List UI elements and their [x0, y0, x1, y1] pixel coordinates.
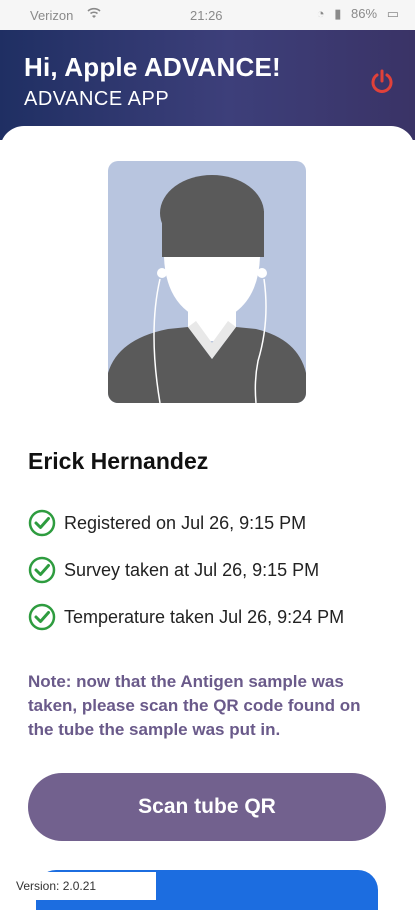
lock-rotation-icon: ▮: [334, 6, 342, 21]
greeting-title: Hi, Apple ADVANCE!: [24, 52, 281, 82]
battery-icon: ▭: [386, 6, 399, 21]
battery-percent: 86%: [351, 6, 378, 21]
app-name-subtitle: ADVANCE APP: [24, 88, 170, 110]
instruction-note: Note: now that the Antigen sample was ta…: [28, 672, 361, 739]
status-bar-right: ◔ ▮ 86% ▭: [311, 6, 399, 22]
app-header: Hi, Apple ADVANCE! ADVANCE APP: [0, 30, 415, 140]
status-registered: Registered on Jul 26, 9:15 PM: [28, 506, 306, 540]
status-label: Temperature taken Jul 26, 9:24 PM: [64, 606, 345, 627]
check-circle-icon: [28, 509, 56, 537]
carrier-label: Verizon: [30, 8, 74, 23]
power-icon[interactable]: [368, 68, 396, 96]
person-silhouette-icon: [108, 161, 306, 403]
scan-tube-qr-button[interactable]: Scan tube QR: [28, 773, 386, 841]
wifi-icon: [86, 6, 102, 23]
status-temperature: Temperature taken Jul 26, 9:24 PM: [28, 600, 344, 634]
patient-name: Erick Hernandez: [28, 448, 209, 474]
status-survey: Survey taken at Jul 26, 9:15 PM: [28, 553, 319, 587]
status-label: Registered on Jul 26, 9:15 PM: [64, 512, 307, 533]
check-circle-icon: [28, 556, 56, 584]
clock-label: 21:26: [190, 8, 223, 23]
alarm-icon: ◔: [316, 6, 325, 21]
profile-card: Erick Hernandez Registered on Jul 26, 9:…: [0, 126, 415, 910]
check-circle-icon: [28, 603, 56, 631]
version-label: Version: 2.0.21: [0, 872, 156, 900]
status-bar: Verizon 21:26 ◔ ▮ 86% ▭: [0, 0, 415, 30]
status-label: Survey taken at Jul 26, 9:15 PM: [64, 559, 320, 580]
